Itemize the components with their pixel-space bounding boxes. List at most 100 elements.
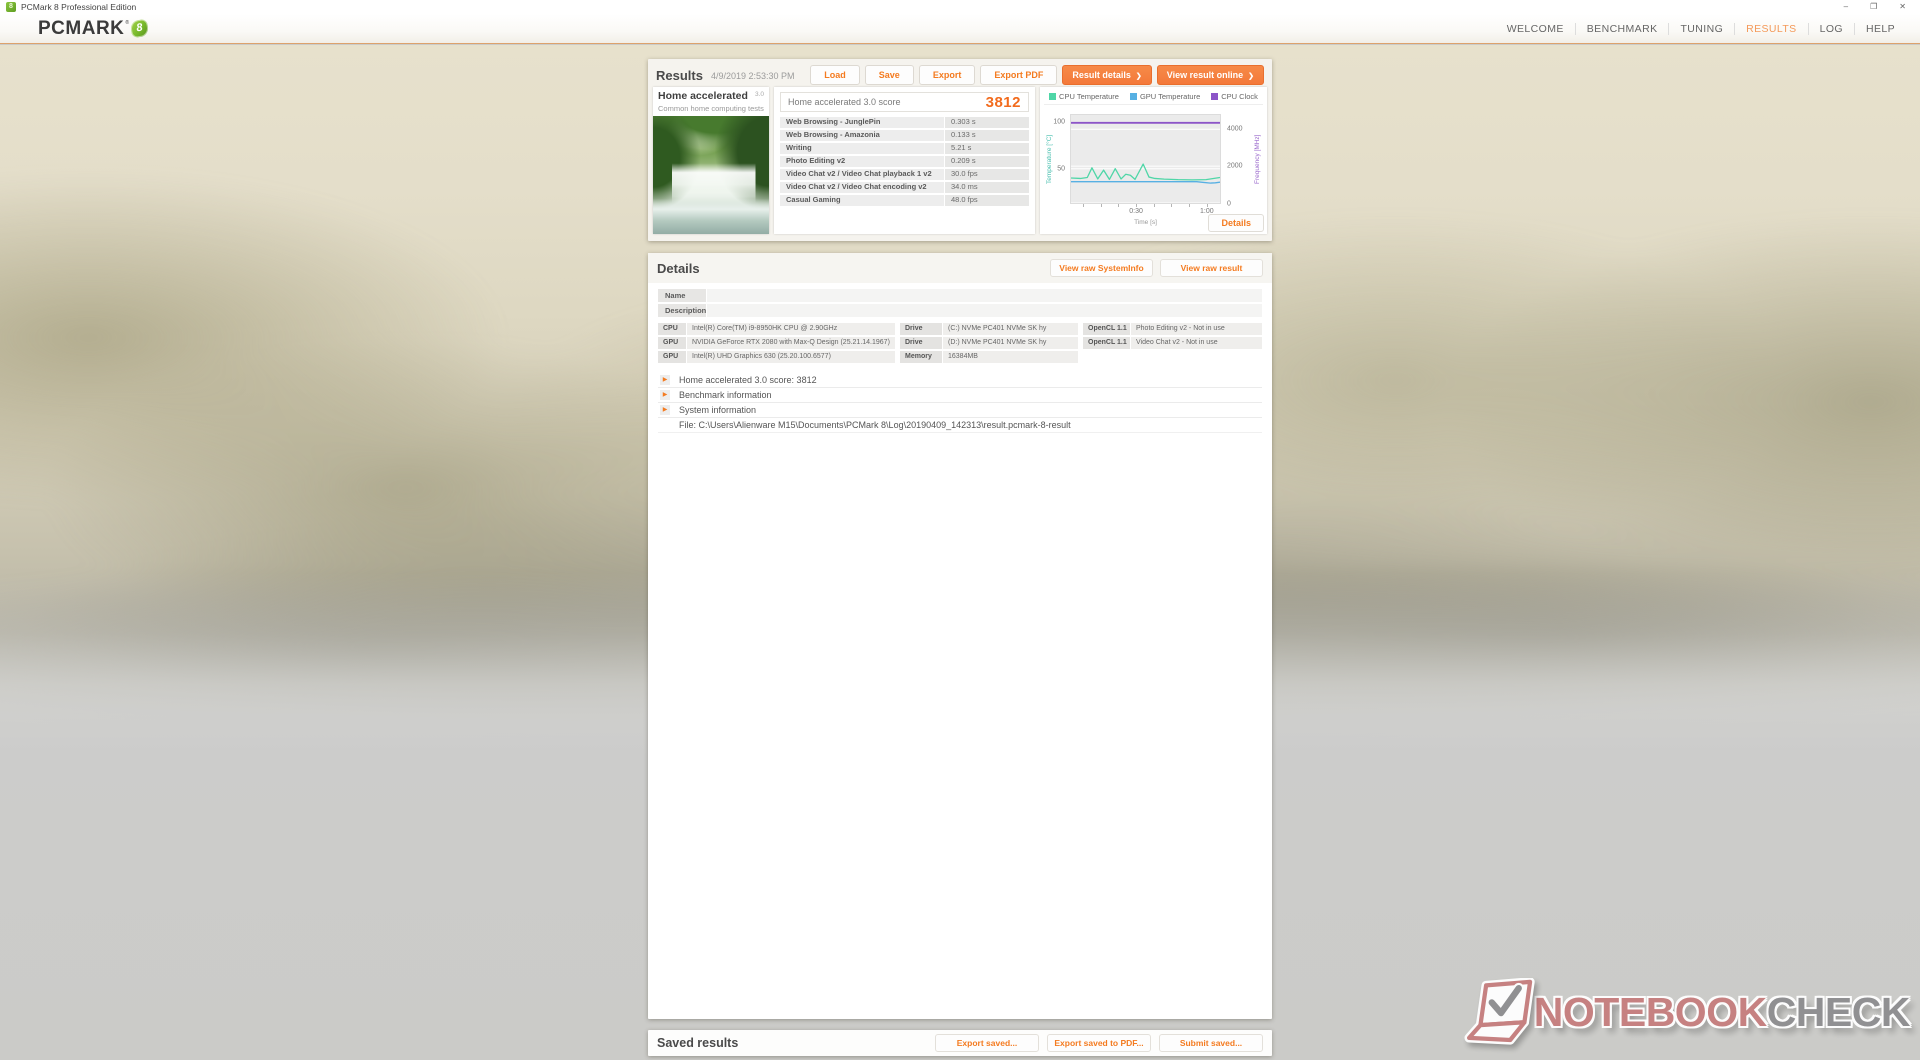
- spec-label: OpenCL 1.1: [1083, 323, 1130, 335]
- test-name: Web Browsing - Amazonia: [780, 130, 944, 141]
- expand-score-row[interactable]: ▶ Home accelerated 3.0 score: 3812: [658, 373, 1262, 388]
- watermark-notebook: NOTEBOOK: [1533, 989, 1767, 1035]
- saved-results-title: Saved results: [657, 1036, 739, 1050]
- legend-label: CPU Temperature: [1059, 92, 1119, 101]
- export-saved-button[interactable]: Export saved...: [935, 1034, 1039, 1052]
- spec-gpu-2: GPU Intel(R) UHD Graphics 630 (25.20.100.…: [658, 351, 895, 363]
- test-value: 34.0 ms: [945, 182, 1029, 193]
- spec-gpu-1: GPU NVIDIA GeForce RTX 2080 with Max-Q De…: [658, 337, 895, 349]
- spec-value: Video Chat v2 - Not in use: [1131, 337, 1262, 349]
- name-field-row: Name: [658, 289, 1262, 302]
- export-saved-pdf-button[interactable]: Export saved to PDF...: [1047, 1034, 1151, 1052]
- system-specs-grid: CPU Intel(R) Core(TM) i9-8950HK CPU @ 2.9…: [658, 323, 1262, 363]
- result-details-button[interactable]: Result details ❯: [1062, 65, 1152, 85]
- registered-mark: ®: [125, 20, 130, 26]
- chart-details-button[interactable]: Details: [1208, 214, 1264, 232]
- expandable-sections: ▶ Home accelerated 3.0 score: 3812 ▶ Ben…: [658, 373, 1262, 433]
- expand-arrow-icon: ▶: [660, 405, 670, 415]
- score-label: Home accelerated 3.0 score: [788, 97, 901, 107]
- nav-welcome[interactable]: WELCOME: [1496, 23, 1576, 35]
- spec-value: (D:) NVMe PC401 NVMe SK hy: [943, 337, 1078, 349]
- y-left-tick: 100: [1053, 118, 1065, 126]
- chevron-right-icon: ❯: [1248, 73, 1254, 80]
- expand-arrow-icon: ▶: [660, 390, 670, 400]
- expandable-label: Benchmark information: [679, 390, 772, 400]
- table-row: Web Browsing - Amazonia 0.133 s: [780, 130, 1029, 141]
- test-name: Writing: [780, 143, 944, 154]
- spec-value: 16384MB: [943, 351, 1078, 363]
- legend-label: CPU Clock: [1221, 92, 1258, 101]
- expandable-label: Home accelerated 3.0 score: 3812: [679, 375, 817, 385]
- details-panel: Details View raw SystemInfo View raw res…: [648, 253, 1272, 1019]
- y-right-tick: 4000: [1227, 125, 1243, 133]
- expand-benchmark-info-row[interactable]: ▶ Benchmark information: [658, 388, 1262, 403]
- nav-log[interactable]: LOG: [1809, 23, 1855, 35]
- score-box: Home accelerated 3.0 score 3812: [780, 92, 1029, 112]
- y-axis-left-ticks: 100 50: [1044, 114, 1068, 204]
- results-body: Home accelerated 3.0 Common home computi…: [653, 87, 1267, 234]
- results-header: Results 4/9/2019 2:53:30 PM Load Save Ex…: [653, 63, 1267, 87]
- load-button[interactable]: Load: [810, 65, 860, 85]
- close-button[interactable]: ✕: [1899, 0, 1906, 14]
- spec-value: (C:) NVMe PC401 NVMe SK hy: [943, 323, 1078, 335]
- x-tick-mark: [1136, 204, 1138, 207]
- x-tick-mark: [1171, 204, 1173, 207]
- description-value[interactable]: [707, 304, 1262, 317]
- x-axis-labels: 0:30 1:00: [1070, 208, 1221, 217]
- view-result-online-button[interactable]: View result online ❯: [1156, 65, 1264, 85]
- test-value: 0.133 s: [945, 130, 1029, 141]
- view-raw-result-button[interactable]: View raw result: [1160, 259, 1263, 277]
- spec-drive-d: Drive (D:) NVMe PC401 NVMe SK hy: [900, 337, 1078, 349]
- submit-saved-button[interactable]: Submit saved...: [1159, 1034, 1263, 1052]
- expand-system-info-row[interactable]: ▶ System information: [658, 403, 1262, 418]
- app-header: PCMARK ® 8 WELCOME BENCHMARK TUNING RESU…: [0, 14, 1920, 44]
- result-file-path: File: C:\Users\Alienware M15\Documents\P…: [679, 420, 1071, 430]
- monitoring-chart: Temperature [°C] Frequency [MHz] 100 50 4…: [1044, 104, 1263, 230]
- results-panel: Results 4/9/2019 2:53:30 PM Load Save Ex…: [648, 59, 1272, 241]
- y-right-tick: 2000: [1227, 162, 1243, 170]
- pcmark-8-logo-icon: 8: [129, 18, 150, 39]
- view-online-label: View result online: [1166, 70, 1244, 80]
- save-button[interactable]: Save: [864, 65, 914, 85]
- details-toolbar: View raw SystemInfo View raw result: [1050, 259, 1263, 277]
- score-card: Home accelerated 3.0 score 3812 Web Brow…: [774, 87, 1035, 234]
- test-value: 0.209 s: [945, 156, 1029, 167]
- maximize-button[interactable]: ❐: [1870, 0, 1877, 14]
- export-button[interactable]: Export: [918, 65, 976, 85]
- legend-item: CPU Temperature: [1049, 92, 1119, 101]
- cpu-temperature-swatch-icon: [1049, 93, 1057, 100]
- view-raw-systeminfo-button[interactable]: View raw SystemInfo: [1050, 259, 1153, 277]
- monitoring-chart-card: CPU Temperature GPU Temperature CPU Cloc…: [1040, 87, 1267, 234]
- nav-benchmark[interactable]: BENCHMARK: [1576, 23, 1670, 35]
- benchmark-card-header: Home accelerated 3.0 Common home computi…: [653, 87, 769, 116]
- export-pdf-button[interactable]: Export PDF: [980, 65, 1058, 85]
- details-body: Name Description CPU Intel(R) Core(TM) i9…: [648, 283, 1272, 433]
- results-timestamp: 4/9/2019 2:53:30 PM: [710, 71, 795, 81]
- x-tick-mark: [1189, 204, 1191, 207]
- titlebar: 8 PCMark 8 Professional Edition – ❐ ✕: [0, 0, 1920, 14]
- spec-label: GPU: [658, 351, 686, 363]
- x-tick-mark: [1206, 204, 1208, 207]
- content-area: Results 4/9/2019 2:53:30 PM Load Save Ex…: [0, 44, 1920, 1060]
- chevron-right-icon: ❯: [1135, 73, 1142, 80]
- test-name: Casual Gaming: [780, 195, 944, 206]
- test-value: 5.21 s: [945, 143, 1029, 154]
- spec-drive-c: Drive (C:) NVMe PC401 NVMe SK hy: [900, 323, 1078, 335]
- nav-tuning[interactable]: TUNING: [1669, 23, 1736, 35]
- y-axis-right-ticks: 4000 2000 0: [1223, 114, 1263, 207]
- spec-cpu: CPU Intel(R) Core(TM) i9-8950HK CPU @ 2.9…: [658, 323, 895, 335]
- x-tick-mark: [1100, 204, 1102, 207]
- spec-memory: Memory 16384MB: [900, 351, 1078, 363]
- x-axis-title: Time [s]: [1134, 219, 1157, 226]
- benchmark-name: Home accelerated: [658, 90, 748, 102]
- name-label: Name: [658, 289, 706, 302]
- spec-label: GPU: [658, 337, 686, 349]
- nav-help[interactable]: HELP: [1855, 23, 1906, 35]
- test-value: 0.303 s: [945, 117, 1029, 128]
- description-label: Description: [658, 304, 706, 317]
- spec-value: Intel(R) Core(TM) i9-8950HK CPU @ 2.90GH…: [687, 323, 895, 335]
- nav-results[interactable]: RESULTS: [1735, 23, 1809, 35]
- minimize-button[interactable]: –: [1844, 0, 1848, 14]
- table-row: Writing 5.21 s: [780, 143, 1029, 154]
- name-value[interactable]: [707, 289, 1262, 302]
